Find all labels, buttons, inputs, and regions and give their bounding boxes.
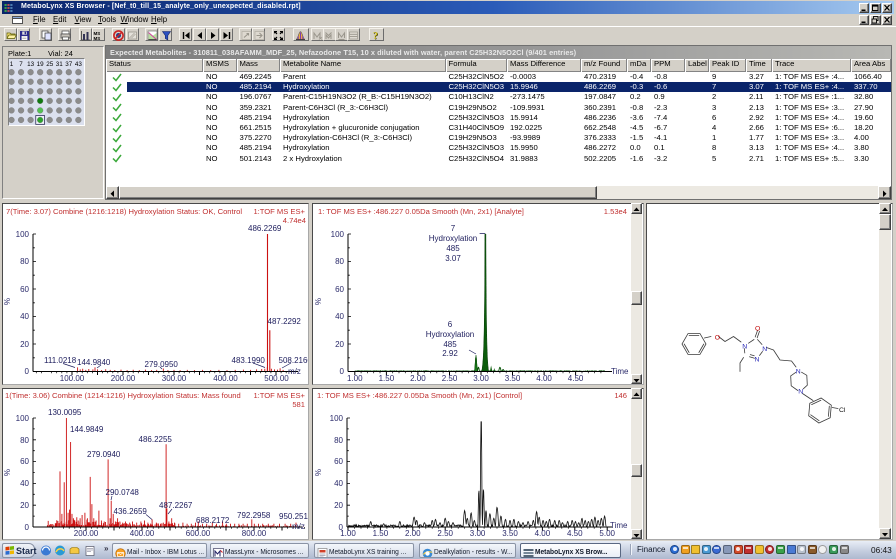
svg-text:43: 43: [75, 61, 83, 68]
svg-text:N: N: [755, 357, 760, 364]
svg-text:37: 37: [65, 61, 73, 68]
svg-text:N: N: [762, 346, 767, 353]
svg-text:MS: MS: [94, 36, 101, 41]
svg-text:O: O: [755, 326, 760, 333]
svg-text:O: O: [715, 335, 720, 342]
svg-text:N: N: [742, 344, 747, 351]
svg-text:N: N: [798, 389, 803, 396]
svg-text:Cl: Cl: [839, 407, 846, 414]
svg-text:7: 7: [19, 61, 23, 68]
svg-text:13: 13: [27, 61, 35, 68]
svg-text:19: 19: [37, 61, 45, 68]
svg-text:31: 31: [56, 61, 64, 68]
svg-text:1: 1: [10, 61, 14, 68]
svg-text:?: ?: [373, 31, 378, 41]
svg-text:N: N: [796, 369, 801, 376]
svg-text:25: 25: [46, 61, 54, 68]
